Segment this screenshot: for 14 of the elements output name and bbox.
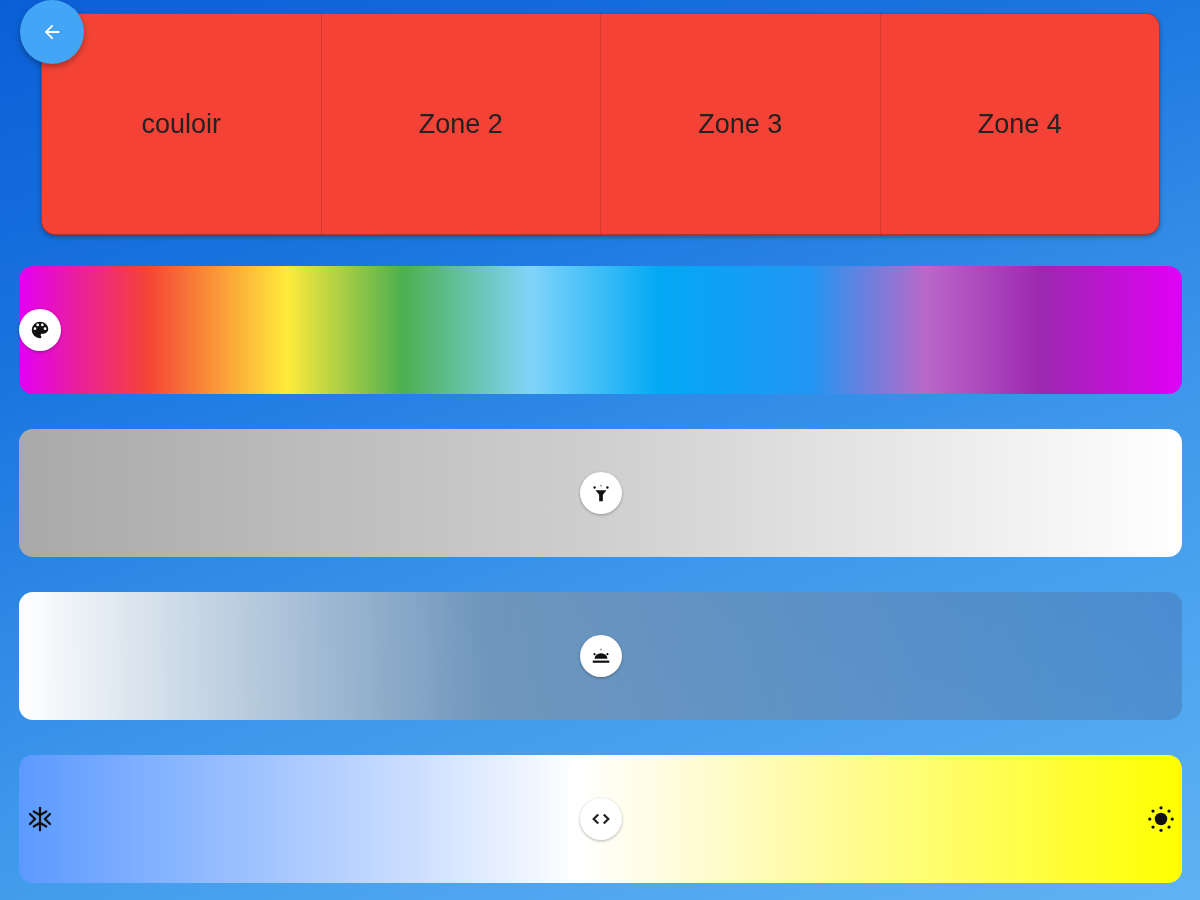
slider-thumb[interactable] [19,309,61,351]
slider-track[interactable] [19,592,1182,720]
slider-track[interactable] [19,429,1182,557]
slider-thumb[interactable] [579,635,622,677]
palette-icon [29,319,51,341]
slider-thumb[interactable] [579,472,622,514]
zone-tab[interactable]: Zone 3 [601,14,881,234]
slider-track[interactable] [19,755,1182,883]
back-button[interactable] [20,0,84,64]
zone-tab[interactable]: Zone 4 [880,14,1159,234]
slider-thumb[interactable] [579,798,622,840]
zone-tab[interactable]: Zone 2 [321,14,601,234]
sun-icon [1146,804,1176,834]
slider-track[interactable] [19,266,1182,394]
